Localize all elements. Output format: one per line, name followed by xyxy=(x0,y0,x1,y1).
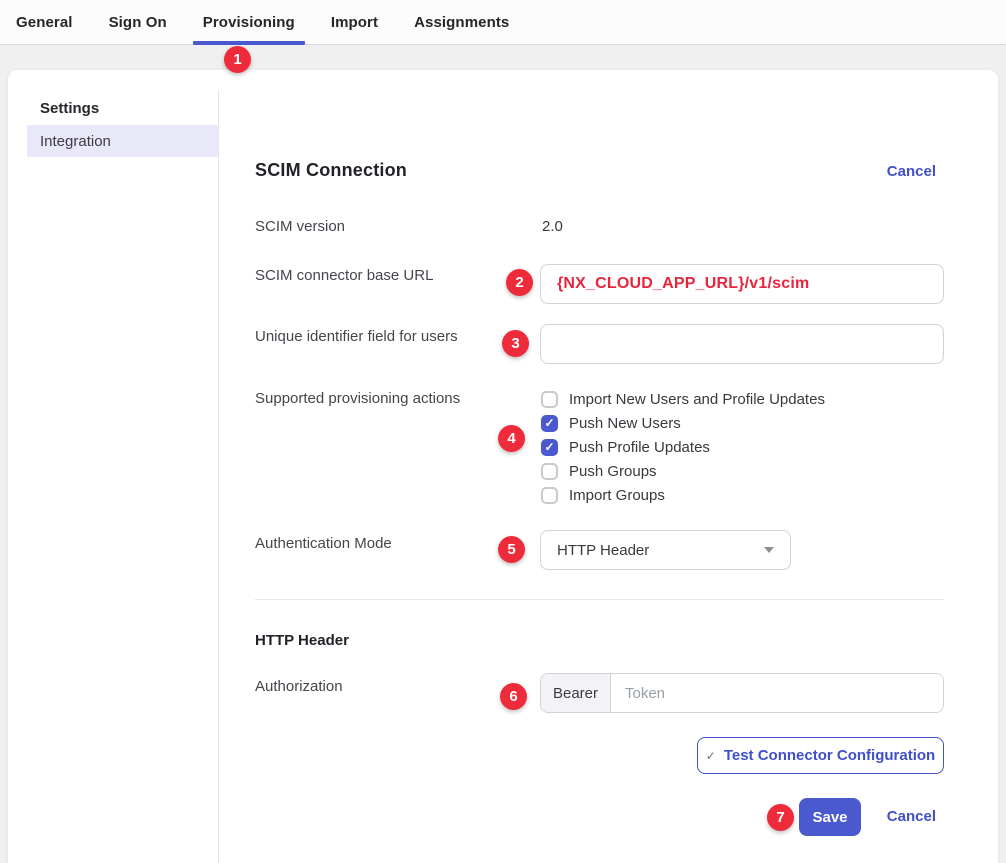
checkbox-label: Push Groups xyxy=(569,463,657,480)
tab-sign-on[interactable]: Sign On xyxy=(99,0,177,44)
save-button[interactable]: Save xyxy=(799,798,861,836)
authorization-label: Authorization xyxy=(255,678,343,695)
cancel-link-top[interactable]: Cancel xyxy=(887,163,936,180)
tab-general[interactable]: General xyxy=(6,0,83,44)
app-window: General Sign On Provisioning Import Assi… xyxy=(0,0,1006,863)
chevron-down-icon xyxy=(764,547,774,553)
checkbox-label: Push Profile Updates xyxy=(569,439,710,456)
annotation-badge-3: 3 xyxy=(502,330,529,357)
app-tab-bar: General Sign On Provisioning Import Assi… xyxy=(0,0,1006,45)
annotation-badge-1: 1 xyxy=(224,46,251,73)
checkbox-label: Import New Users and Profile Updates xyxy=(569,391,825,408)
base-url-input[interactable] xyxy=(540,264,944,304)
scim-version-value: 2.0 xyxy=(542,218,563,235)
auth-mode-label: Authentication Mode xyxy=(255,535,392,552)
checkbox-label: Push New Users xyxy=(569,415,681,432)
annotation-badge-7: 7 xyxy=(767,804,794,831)
unique-id-input[interactable] xyxy=(540,324,944,364)
authorization-input-group: Bearer xyxy=(540,673,944,713)
annotation-badge-4: 4 xyxy=(498,425,525,452)
checkbox-import-new-users[interactable]: ✓ Import New Users and Profile Updates xyxy=(541,387,825,411)
check-icon: ✓ xyxy=(544,417,554,429)
checkbox-import-groups[interactable]: ✓ Import Groups xyxy=(541,483,665,507)
tab-provisioning[interactable]: Provisioning xyxy=(193,0,305,44)
cancel-link-bottom[interactable]: Cancel xyxy=(887,808,936,825)
tab-import[interactable]: Import xyxy=(321,0,388,44)
checkbox-push-new-users[interactable]: ✓ Push New Users xyxy=(541,411,681,435)
annotation-badge-2: 2 xyxy=(506,269,533,296)
bearer-prefix: Bearer xyxy=(541,674,611,712)
check-icon: ✓ xyxy=(706,749,716,763)
checkbox-push-groups[interactable]: ✓ Push Groups xyxy=(541,459,657,483)
sidebar-divider xyxy=(218,90,219,863)
sidebar-item-integration[interactable]: Integration xyxy=(27,125,218,157)
actions-label: Supported provisioning actions xyxy=(255,390,460,407)
base-url-label: SCIM connector base URL xyxy=(255,267,433,284)
checkbox-icon: ✓ xyxy=(541,391,558,408)
sidebar-heading: Settings xyxy=(40,100,99,117)
checkbox-push-profile-updates[interactable]: ✓ Push Profile Updates xyxy=(541,435,710,459)
checkbox-icon: ✓ xyxy=(541,487,558,504)
http-header-heading: HTTP Header xyxy=(255,632,349,649)
annotation-badge-6: 6 xyxy=(500,683,527,710)
sidebar-item-label: Integration xyxy=(40,133,111,150)
test-connector-button[interactable]: ✓ Test Connector Configuration xyxy=(697,737,944,774)
check-icon: ✓ xyxy=(544,441,554,453)
checkbox-icon: ✓ xyxy=(541,463,558,480)
test-connector-label: Test Connector Configuration xyxy=(724,747,935,764)
auth-mode-select[interactable]: HTTP Header xyxy=(540,530,791,570)
checkbox-icon: ✓ xyxy=(541,415,558,432)
auth-mode-selected-value: HTTP Header xyxy=(557,542,649,559)
unique-id-label: Unique identifier field for users xyxy=(255,328,458,345)
annotation-badge-5: 5 xyxy=(498,536,525,563)
section-divider xyxy=(255,599,944,600)
scim-version-label: SCIM version xyxy=(255,218,345,235)
token-input[interactable] xyxy=(611,674,943,712)
tab-assignments[interactable]: Assignments xyxy=(404,0,519,44)
checkbox-label: Import Groups xyxy=(569,487,665,504)
page-title: SCIM Connection xyxy=(255,160,407,181)
checkbox-icon: ✓ xyxy=(541,439,558,456)
provisioning-panel: Settings Integration SCIM Connection Can… xyxy=(8,70,998,863)
